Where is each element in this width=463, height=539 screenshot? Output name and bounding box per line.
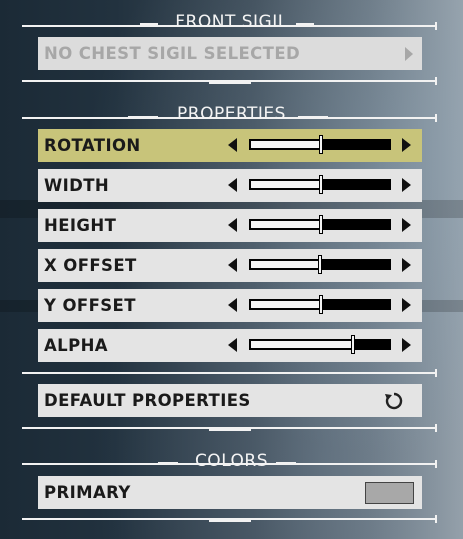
slider-row-y-offset[interactable]: Y OFFSET [38, 289, 422, 322]
slider-thumb[interactable] [319, 175, 323, 194]
properties-section-title: PROPERTIES [177, 104, 286, 124]
slider-track[interactable] [249, 215, 391, 234]
arrow-right-icon[interactable] [402, 298, 411, 312]
arrow-left-icon[interactable] [228, 178, 237, 192]
slider-fill [251, 141, 321, 148]
properties-divider-rule [22, 369, 437, 377]
arrow-left-icon[interactable] [228, 338, 237, 352]
slider-track[interactable] [249, 295, 391, 314]
arrow-left-icon[interactable] [228, 298, 237, 312]
slider-thumb[interactable] [319, 135, 323, 154]
slider-label: ALPHA [44, 336, 108, 355]
arrow-left-icon[interactable] [228, 258, 237, 272]
slider-fill [251, 181, 321, 188]
slider-thumb[interactable] [318, 255, 322, 274]
slider-label: HEIGHT [44, 216, 117, 235]
arrow-left-icon[interactable] [228, 218, 237, 232]
default-properties-label: DEFAULT PROPERTIES [44, 391, 251, 410]
primary-color-swatch[interactable] [365, 482, 414, 504]
slider-thumb[interactable] [351, 335, 355, 354]
chevron-right-icon [405, 47, 413, 61]
reset-icon [385, 392, 403, 410]
slider-track[interactable] [249, 175, 391, 194]
slider-thumb[interactable] [319, 215, 323, 234]
arrow-right-icon[interactable] [402, 338, 411, 352]
chest-sigil-selector-label: NO CHEST SIGIL SELECTED [44, 44, 301, 63]
colors-section-title: COLORS [194, 451, 269, 471]
slider-track[interactable] [249, 255, 391, 274]
slider-label: Y OFFSET [44, 296, 136, 315]
slider-row-x-offset[interactable]: X OFFSET [38, 249, 422, 282]
slider-row-alpha[interactable]: ALPHA [38, 329, 422, 362]
slider-fill [251, 261, 320, 268]
slider-fill [251, 221, 321, 228]
arrow-right-icon[interactable] [402, 178, 411, 192]
chest-sigil-selector[interactable]: NO CHEST SIGIL SELECTED [38, 37, 422, 70]
primary-color-row[interactable]: PRIMARY [38, 476, 422, 509]
slider-row-height[interactable]: HEIGHT [38, 209, 422, 242]
slider-label: X OFFSET [44, 256, 137, 275]
properties-bottom-tab [209, 428, 251, 431]
slider-track[interactable] [249, 135, 391, 154]
slider-fill [251, 341, 353, 348]
primary-color-label: PRIMARY [44, 483, 131, 502]
slider-label: ROTATION [44, 136, 141, 155]
default-properties-button[interactable]: DEFAULT PROPERTIES [38, 384, 422, 417]
slider-fill [251, 301, 321, 308]
arrow-right-icon[interactable] [402, 258, 411, 272]
slider-row-rotation[interactable]: ROTATION [38, 129, 422, 162]
slider-row-width[interactable]: WIDTH [38, 169, 422, 202]
arrow-left-icon[interactable] [228, 138, 237, 152]
arrow-right-icon[interactable] [402, 218, 411, 232]
arrow-right-icon[interactable] [402, 138, 411, 152]
slider-thumb[interactable] [319, 295, 323, 314]
slider-track[interactable] [249, 335, 391, 354]
colors-bottom-tab [209, 519, 251, 522]
front-sigil-bottom-tab [209, 81, 251, 84]
front-sigil-section-title: FRONT SIGIL [175, 12, 288, 32]
slider-label: WIDTH [44, 176, 110, 195]
